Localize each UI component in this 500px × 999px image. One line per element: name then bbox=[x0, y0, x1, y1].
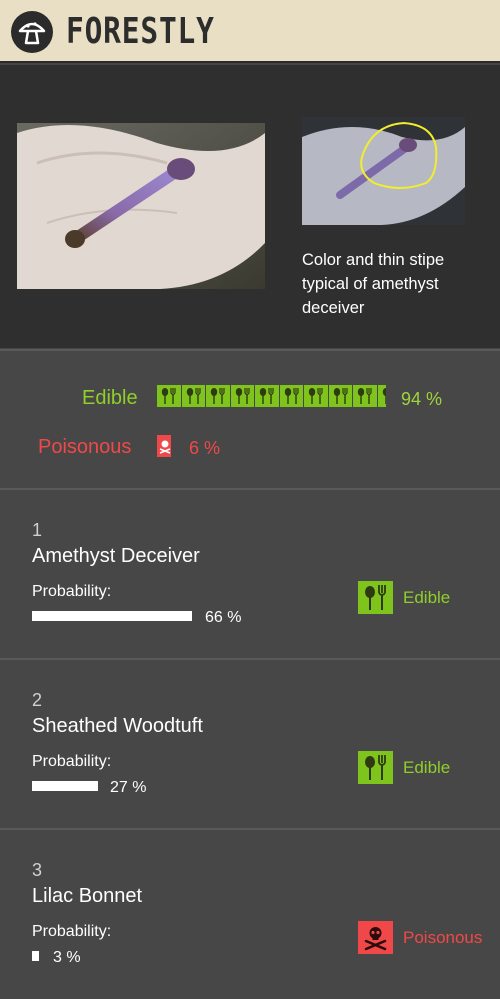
edibility-summary: Edible 94 % Poisonous 6 % bbox=[0, 349, 500, 487]
fork-spoon-icon bbox=[358, 751, 393, 784]
probability-value: 66 % bbox=[205, 609, 242, 626]
result-card[interactable]: 1 Amethyst Deceiver Probability: 66 % Ed… bbox=[0, 488, 500, 658]
mushroom-photo[interactable] bbox=[17, 123, 265, 289]
app-header: FORESTLY bbox=[0, 0, 500, 63]
probability-bar bbox=[32, 611, 192, 621]
probability-label: Probability: bbox=[32, 753, 112, 770]
probability-bar bbox=[32, 951, 39, 961]
fork-spoon-icon bbox=[353, 385, 378, 407]
result-name: Amethyst Deceiver bbox=[32, 545, 200, 567]
fork-spoon-icon bbox=[157, 385, 182, 407]
result-rank: 1 bbox=[32, 520, 43, 540]
edibility-label: Edible bbox=[403, 588, 451, 607]
edibility-label: Edible bbox=[403, 758, 451, 777]
fork-spoon-icon bbox=[206, 385, 231, 407]
fork-spoon-icon bbox=[255, 385, 280, 407]
fork-spoon-icon bbox=[304, 385, 329, 407]
edible-icon-bar bbox=[157, 385, 388, 407]
photo-panel: Color and thin stipe typical of amethyst… bbox=[0, 65, 500, 348]
skull-crossbones-icon bbox=[157, 435, 171, 457]
edible-label: Edible bbox=[82, 387, 138, 409]
result-rank: 3 bbox=[32, 860, 43, 880]
fork-spoon-icon bbox=[328, 385, 353, 407]
probability-label: Probability: bbox=[32, 583, 112, 600]
result-card[interactable]: 2 Sheathed Woodtuft Probability: 27 % Ed… bbox=[0, 658, 500, 828]
result-card[interactable]: 3 Lilac Bonnet Probability: 3 % Poisonou… bbox=[0, 828, 500, 999]
result-rank: 2 bbox=[32, 690, 43, 710]
skull-crossbones-icon bbox=[358, 921, 393, 954]
fork-spoon-icon bbox=[279, 385, 304, 407]
analysis-caption: Color and thin stipe typical of amethyst… bbox=[302, 251, 445, 317]
fork-spoon-icon bbox=[181, 385, 206, 407]
probability-label: Probability: bbox=[32, 923, 112, 940]
fork-spoon-icon bbox=[377, 385, 388, 407]
poisonous-percent: 6 % bbox=[189, 438, 221, 458]
probability-bar bbox=[32, 781, 98, 791]
probability-value: 27 % bbox=[110, 779, 147, 796]
app-brand: FORESTLY bbox=[66, 11, 215, 52]
result-name: Lilac Bonnet bbox=[32, 885, 143, 907]
highlight-photo[interactable] bbox=[302, 117, 465, 225]
poisonous-label: Poisonous bbox=[38, 436, 132, 458]
edibility-label: Poisonous bbox=[403, 928, 483, 947]
edible-percent: 94 % bbox=[401, 389, 443, 409]
fork-spoon-icon bbox=[358, 581, 393, 614]
result-name: Sheathed Woodtuft bbox=[32, 715, 203, 737]
fork-spoon-icon bbox=[230, 385, 255, 407]
probability-value: 3 % bbox=[53, 949, 81, 966]
mushroom-icon[interactable] bbox=[11, 11, 53, 53]
